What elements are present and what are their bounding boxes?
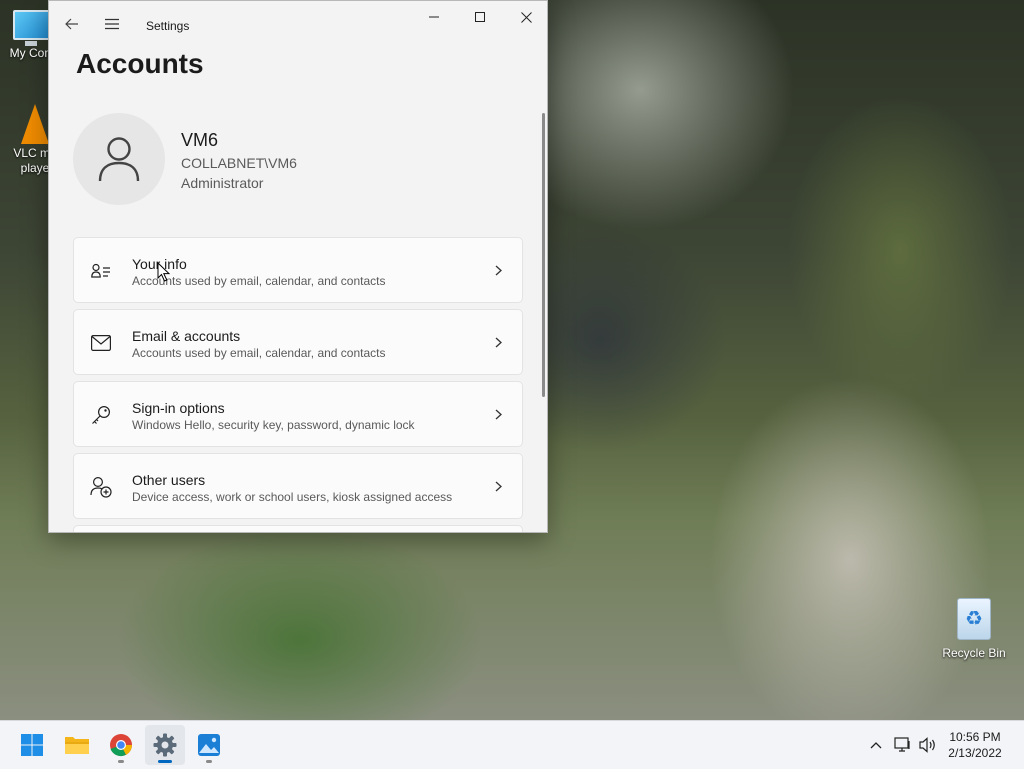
speaker-icon <box>919 737 935 753</box>
scrollbar-thumb[interactable] <box>542 113 545 397</box>
chrome-icon <box>110 734 132 757</box>
settings-taskbar-button[interactable] <box>145 725 185 765</box>
show-hidden-icons-button[interactable] <box>865 734 887 756</box>
card-description: Device access, work or school users, kio… <box>132 490 453 504</box>
navigation-menu-button[interactable] <box>97 9 127 39</box>
chevron-right-icon <box>492 264 504 276</box>
file-explorer-icon <box>65 737 89 754</box>
desktop-icon-label: Recycle Bin <box>942 646 1006 660</box>
close-icon <box>520 11 532 23</box>
settings-icon <box>153 733 177 757</box>
user-name: VM6 <box>181 130 219 150</box>
user-domain: COLLABNET\VM6 <box>181 155 297 171</box>
other-users-card[interactable]: Other users Device access, work or schoo… <box>73 453 523 519</box>
maximize-icon <box>475 12 485 22</box>
minimize-icon <box>429 16 439 18</box>
recycle-bin-desktop-icon[interactable]: ♻ Recycle Bin <box>934 598 1014 661</box>
back-arrow-icon <box>65 18 78 30</box>
card-description: Accounts used by email, calendar, and co… <box>132 346 386 360</box>
next-card-partial[interactable] <box>73 525 523 532</box>
minimize-button[interactable] <box>411 1 457 33</box>
chevron-up-icon <box>870 742 882 749</box>
mail-icon <box>90 332 112 354</box>
volume-button[interactable] <box>917 734 939 756</box>
user-profile: VM6 COLLABNET\VM6 Administrator <box>73 113 533 207</box>
app-title: Settings <box>146 19 190 33</box>
key-icon <box>90 404 112 426</box>
taskbar: 10:56 PM 2/13/2022 <box>0 720 1024 769</box>
chevron-right-icon <box>492 336 504 348</box>
network-status-button[interactable] <box>892 734 914 756</box>
person-icon <box>98 137 140 182</box>
clock-time: 10:56 PM <box>949 730 1001 744</box>
chevron-right-icon <box>492 480 504 492</box>
network-icon <box>894 737 910 752</box>
settings-window: Settings Accounts VM6 COLLABNET\VM6 Admi… <box>48 0 548 533</box>
card-description: Windows Hello, security key, password, d… <box>132 418 415 432</box>
maximize-button[interactable] <box>457 1 503 33</box>
sign-in-options-card[interactable]: Sign-in options Windows Hello, security … <box>73 381 523 447</box>
file-explorer-taskbar-button[interactable] <box>57 725 97 765</box>
chrome-taskbar-button[interactable] <box>101 725 141 765</box>
hamburger-icon <box>105 18 119 30</box>
start-button[interactable] <box>12 725 52 765</box>
card-title: Other users <box>132 472 206 488</box>
mouse-cursor-icon <box>157 262 171 282</box>
clock-date: 2/13/2022 <box>948 746 1002 760</box>
back-button[interactable] <box>57 9 87 39</box>
user-role: Administrator <box>181 175 264 191</box>
your-info-card[interactable]: Your info Accounts used by email, calend… <box>73 237 523 303</box>
avatar <box>73 113 165 205</box>
chevron-right-icon <box>492 408 504 420</box>
email-accounts-card[interactable]: Email & accounts Accounts used by email,… <box>73 309 523 375</box>
title-bar[interactable]: Settings <box>49 1 547 49</box>
running-indicator <box>118 760 124 763</box>
recycle-bin-icon: ♻ <box>957 598 991 640</box>
close-button[interactable] <box>503 1 547 33</box>
photos-icon <box>198 734 220 756</box>
contact-card-icon <box>90 260 112 282</box>
page-title: Accounts <box>76 48 204 79</box>
active-indicator <box>158 760 172 763</box>
monitor-icon <box>13 10 51 46</box>
running-indicator <box>206 760 212 763</box>
photos-taskbar-button[interactable] <box>189 725 229 765</box>
card-title: Email & accounts <box>132 328 241 344</box>
vlc-cone-icon <box>21 104 49 144</box>
add-user-icon <box>90 476 112 498</box>
card-title: Sign-in options <box>132 400 225 416</box>
start-icon <box>21 734 43 756</box>
clock[interactable]: 10:56 PM 2/13/2022 <box>940 729 1010 761</box>
